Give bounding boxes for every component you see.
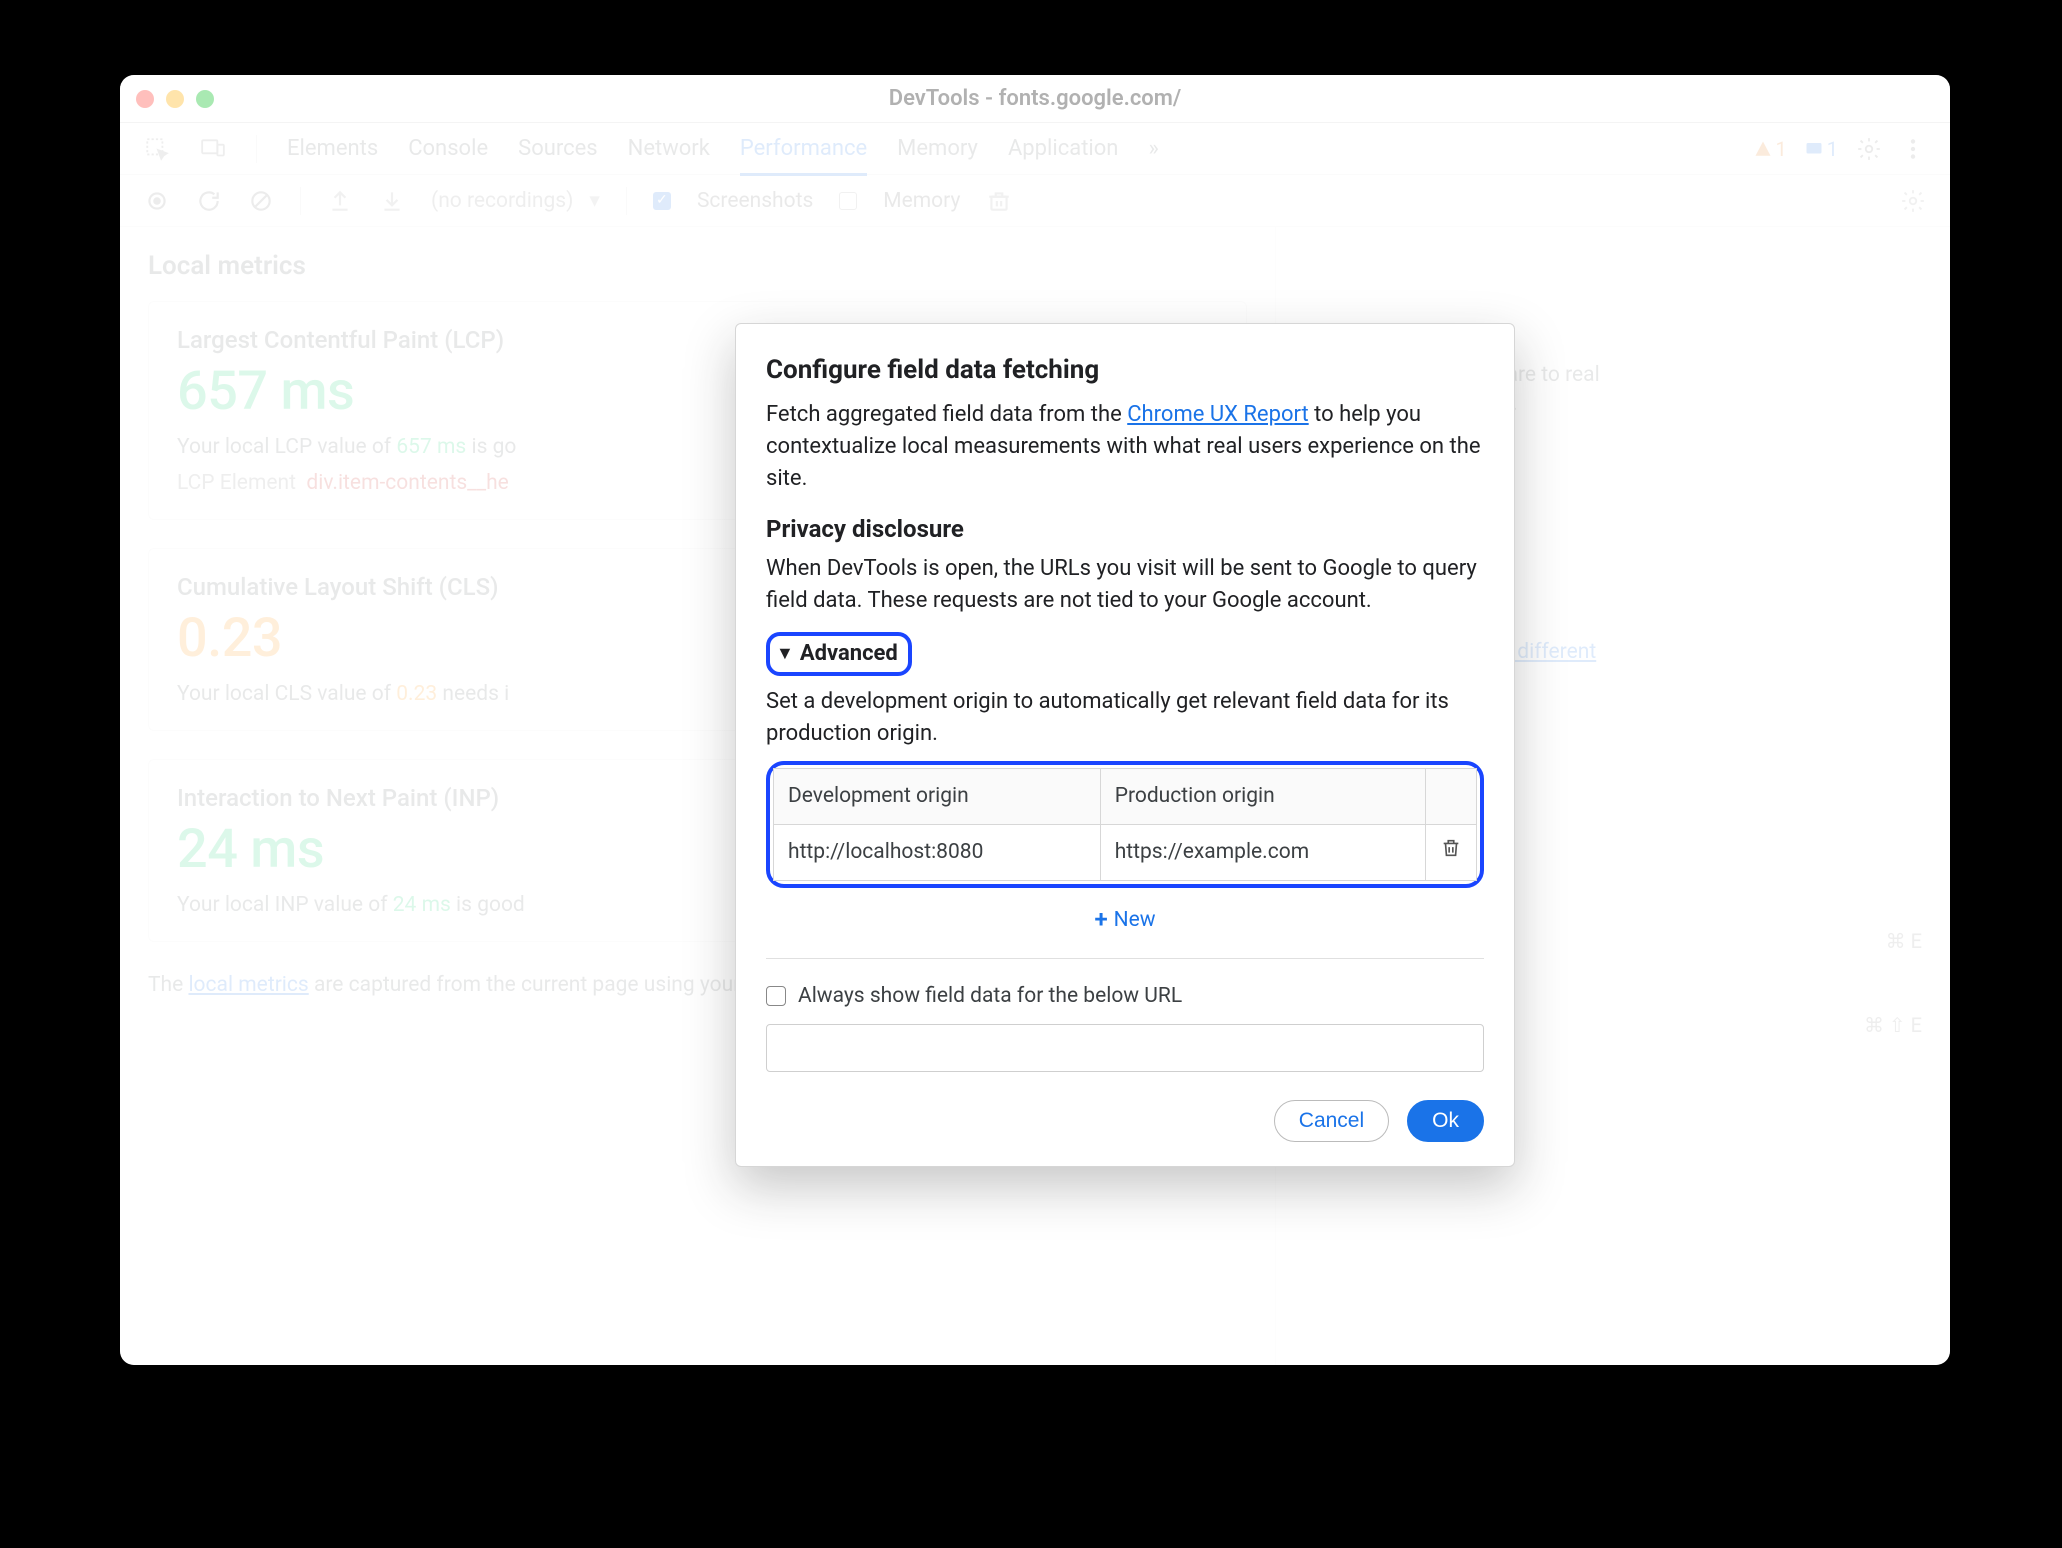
caret-down-icon: ▼ [776,641,794,667]
field-data-modal: Configure field data fetching Fetch aggr… [735,323,1515,1167]
always-show-label: Always show field data for the below URL [798,981,1182,1011]
advanced-description: Set a development origin to automaticall… [766,686,1484,749]
ok-button[interactable]: Ok [1407,1100,1484,1142]
plus-icon: + [1094,905,1107,933]
divider [766,958,1484,959]
crux-report-link[interactable]: Chrome UX Report [1127,402,1308,427]
add-new-row-button[interactable]: +New [766,902,1484,937]
cancel-button[interactable]: Cancel [1274,1100,1389,1142]
url-override-input[interactable] [766,1024,1484,1072]
prod-origin-cell[interactable]: https://example.com [1100,824,1425,880]
privacy-heading: Privacy disclosure [766,512,1484,547]
advanced-disclosure[interactable]: ▼ Advanced [766,632,912,676]
delete-row-icon[interactable] [1440,837,1462,859]
modal-title: Configure field data fetching [766,352,1484,389]
origin-mapping-table: Development origin Production origin htt… [766,761,1484,887]
table-row: http://localhost:8080 https://example.co… [774,824,1477,880]
privacy-body: When DevTools is open, the URLs you visi… [766,553,1484,616]
devtools-window: DevTools - fonts.google.com/ Elements Co… [120,75,1950,1365]
dev-origin-header: Development origin [774,769,1101,824]
dev-origin-cell[interactable]: http://localhost:8080 [774,824,1101,880]
always-show-checkbox[interactable] [766,986,786,1006]
modal-description: Fetch aggregated field data from the Chr… [766,399,1484,494]
prod-origin-header: Production origin [1100,769,1425,824]
